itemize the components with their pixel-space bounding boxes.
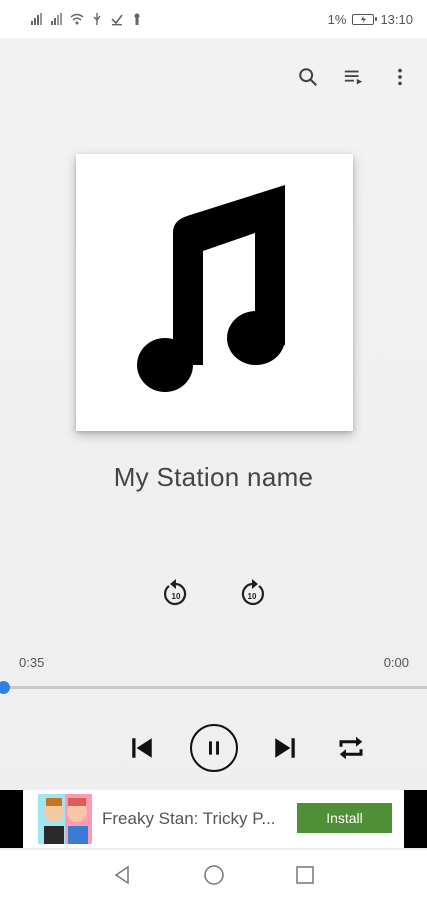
- back-icon[interactable]: [111, 864, 133, 886]
- music-note-icon: [136, 185, 285, 392]
- signal-icon: [31, 13, 42, 25]
- repeat-button[interactable]: [336, 733, 366, 763]
- play-pause-button[interactable]: [190, 724, 238, 772]
- recents-icon[interactable]: [294, 864, 316, 886]
- skip-next-icon: [275, 738, 295, 758]
- clock: 13:10: [380, 11, 413, 27]
- search-button[interactable]: [289, 58, 327, 96]
- forward-10-button[interactable]: 10: [236, 578, 268, 610]
- keyhole-icon: [134, 13, 140, 25]
- ad-app-artwork: [38, 794, 92, 844]
- download-icon: [111, 14, 123, 26]
- playback-controls: [0, 722, 427, 774]
- home-icon[interactable]: [203, 864, 225, 886]
- forward-label: 10: [248, 592, 257, 601]
- seek-bar-thumb[interactable]: [0, 681, 10, 694]
- queue-icon: [344, 70, 363, 85]
- previous-button[interactable]: [129, 735, 155, 761]
- ad-title[interactable]: Freaky Stan: Tricky P...: [102, 809, 292, 829]
- seek-bar[interactable]: [0, 681, 427, 694]
- queue-button[interactable]: [335, 58, 373, 96]
- status-right: 1% 13:10: [328, 12, 413, 27]
- skip-previous-icon: [132, 738, 152, 758]
- repeat-icon: [339, 736, 363, 760]
- battery-percent: 1%: [327, 11, 347, 27]
- status-icons: [30, 12, 144, 26]
- elapsed-time: 0:35: [19, 655, 45, 670]
- status-bar: 1% 13:10: [0, 0, 427, 38]
- remaining-time: 0:00: [383, 655, 409, 670]
- more-vert-icon: [398, 68, 402, 86]
- signal-icon: [51, 13, 62, 25]
- rewind-label: 10: [172, 592, 181, 601]
- ad-banner[interactable]: Freaky Stan: Tricky P... Install: [0, 790, 427, 848]
- search-icon: [299, 68, 318, 87]
- wifi-icon: [70, 13, 84, 25]
- more-options-button[interactable]: [381, 58, 419, 96]
- ad-install-button[interactable]: Install: [297, 803, 392, 833]
- system-nav-bar: [0, 850, 427, 900]
- station-name: My Station name: [113, 462, 314, 492]
- rewind-10-button[interactable]: 10: [160, 578, 192, 610]
- next-button[interactable]: [272, 735, 298, 761]
- pause-icon: [209, 741, 219, 755]
- ad-app-icon[interactable]: [38, 794, 92, 844]
- usb-icon: [93, 13, 101, 25]
- battery-icon: [352, 13, 378, 25]
- player-toolbar: [289, 58, 419, 96]
- ad-border-left: [0, 790, 23, 848]
- ad-border-right: [404, 790, 427, 848]
- forward-10-icon: 10: [241, 579, 265, 606]
- album-artwork: [76, 154, 353, 431]
- replay-10-icon: 10: [163, 579, 187, 606]
